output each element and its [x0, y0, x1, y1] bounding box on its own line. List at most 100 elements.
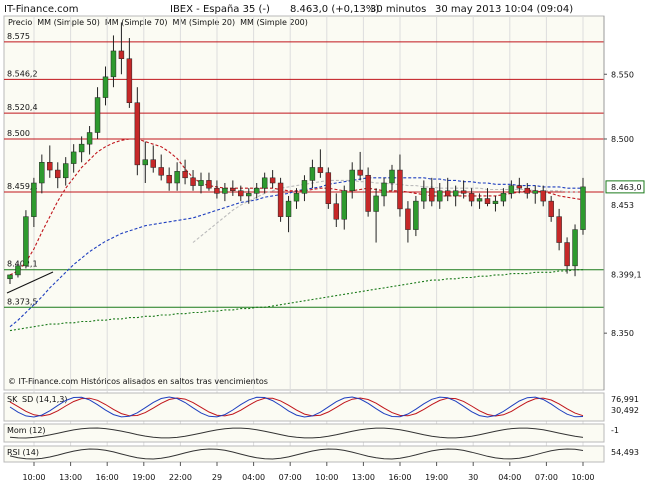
candle-body	[230, 187, 236, 192]
candle-body	[158, 167, 164, 176]
x-tick-label: 19:00	[132, 473, 155, 482]
candle-body	[468, 193, 475, 202]
candle-body	[253, 187, 260, 194]
right-tick-label: 8.500	[611, 135, 634, 144]
candle-body	[293, 193, 300, 202]
brand-title: IT-Finance.com	[4, 4, 79, 15]
candle-body	[524, 187, 531, 194]
candle-body	[333, 203, 340, 220]
candle-body	[301, 180, 308, 194]
candle-body	[389, 169, 395, 184]
candle-body	[110, 50, 117, 78]
candle-body	[532, 190, 538, 194]
interval-text: 30 minutos	[370, 4, 426, 15]
candle-body	[444, 190, 451, 197]
right-tick-label: 8.350	[611, 329, 634, 338]
candle-body	[70, 151, 77, 164]
x-tick-label: 29	[212, 473, 222, 482]
price-label: 8.399,1	[611, 271, 642, 280]
candle-body	[405, 208, 411, 230]
candle-body	[421, 187, 427, 202]
price-label: 8.463,0	[611, 183, 642, 192]
candle-body	[365, 174, 371, 212]
candle-body	[564, 242, 570, 267]
candle-body	[174, 171, 180, 184]
candle-body	[429, 187, 435, 202]
indicator-label: Mom (12)	[7, 426, 46, 435]
indicator-panels: SK SD (14,1,3) 76,991 30,492 Mom (12) -1 RSI (…	[3, 392, 639, 463]
candle-body	[15, 265, 21, 276]
candle-body	[78, 143, 85, 153]
instrument-title: IBEX - España 35 (-)	[170, 4, 270, 15]
indicator-panel	[3, 445, 605, 463]
x-tick-label: 04:00	[242, 473, 265, 482]
candle-body	[118, 50, 125, 59]
indicator-value: 54,493	[611, 448, 639, 457]
candle-body	[238, 190, 244, 197]
indicator-value: -1	[611, 426, 619, 435]
candle-body	[269, 177, 276, 184]
level-label: 8.402,1	[7, 260, 38, 269]
candle-body	[47, 162, 53, 171]
legend: Precio MM (Simple 50) MM (Simple 70) MM (Si…	[8, 18, 308, 27]
candle-body	[214, 187, 220, 194]
indicator-panel	[3, 423, 605, 443]
right-tick-label: 8.550	[611, 70, 634, 79]
candle-body	[437, 190, 443, 202]
candle-body	[31, 182, 37, 217]
candle-body	[413, 200, 419, 230]
candle-body	[556, 216, 562, 243]
x-tick-label: 16:00	[96, 473, 119, 482]
footer-note: © IT-Finance.com Históricos alisados en …	[8, 376, 268, 386]
candle-body	[7, 274, 13, 280]
candle-body	[397, 169, 403, 210]
candle-body	[222, 187, 228, 194]
candle-body	[246, 193, 252, 197]
x-tick-label: 07:00	[535, 473, 558, 482]
x-tick-label: 30	[468, 473, 478, 482]
x-tick-label: 10:00	[22, 473, 45, 482]
main-plot-area	[3, 15, 605, 391]
candle-body	[142, 159, 149, 166]
candle-body	[86, 132, 93, 145]
x-tick-label: 10:00	[315, 473, 338, 482]
x-tick-label: 19:00	[425, 473, 448, 482]
level-label: 8.575	[7, 32, 30, 41]
candle-body	[572, 229, 578, 267]
candle-body	[580, 186, 586, 230]
legend-item: MM (Simple 200)	[240, 18, 308, 27]
candle-body	[285, 200, 292, 217]
candle-body	[484, 198, 491, 204]
level-label: 8.520,4	[7, 103, 38, 112]
candle-body	[277, 182, 284, 217]
x-tick-label: 16:00	[388, 473, 411, 482]
x-tick-label: 07:00	[279, 473, 302, 482]
candle-body	[182, 171, 188, 179]
candle-body	[460, 190, 467, 194]
level-label: 8.500	[7, 129, 30, 138]
indicator-label: SK	[7, 395, 18, 404]
candle-body	[55, 169, 61, 179]
x-tick-label: 10:00	[571, 473, 594, 482]
quote-text: 8.463,0 (+0,13%)	[290, 4, 379, 15]
legend-item: MM (Simple 20)	[173, 18, 236, 27]
datetime-text: 30 may 2013 10:04 (09:04)	[435, 4, 573, 15]
chart-root: IT-Finance.com IBEX - España 35 (-) 8.46…	[0, 0, 650, 490]
x-tick-label: 13:00	[352, 473, 375, 482]
x-tick-label: 04:00	[498, 473, 521, 482]
candle-body	[23, 216, 29, 267]
candle-body	[166, 174, 172, 184]
legend-item: MM (Simple 70)	[105, 18, 168, 27]
candle-body	[349, 169, 355, 192]
price-label: 8.453	[611, 201, 634, 210]
candle-body	[373, 195, 379, 212]
x-tick-label: 13:00	[59, 473, 82, 482]
candle-body	[452, 190, 459, 197]
candle-body	[325, 172, 332, 204]
indicator-value: 30,492	[611, 406, 639, 415]
candle-body	[39, 162, 45, 184]
indicator-overlay: SD (14,1,3)	[22, 395, 67, 404]
indicator-value: 76,991	[611, 395, 639, 404]
candle-body	[476, 198, 483, 202]
candle-body	[492, 200, 499, 204]
